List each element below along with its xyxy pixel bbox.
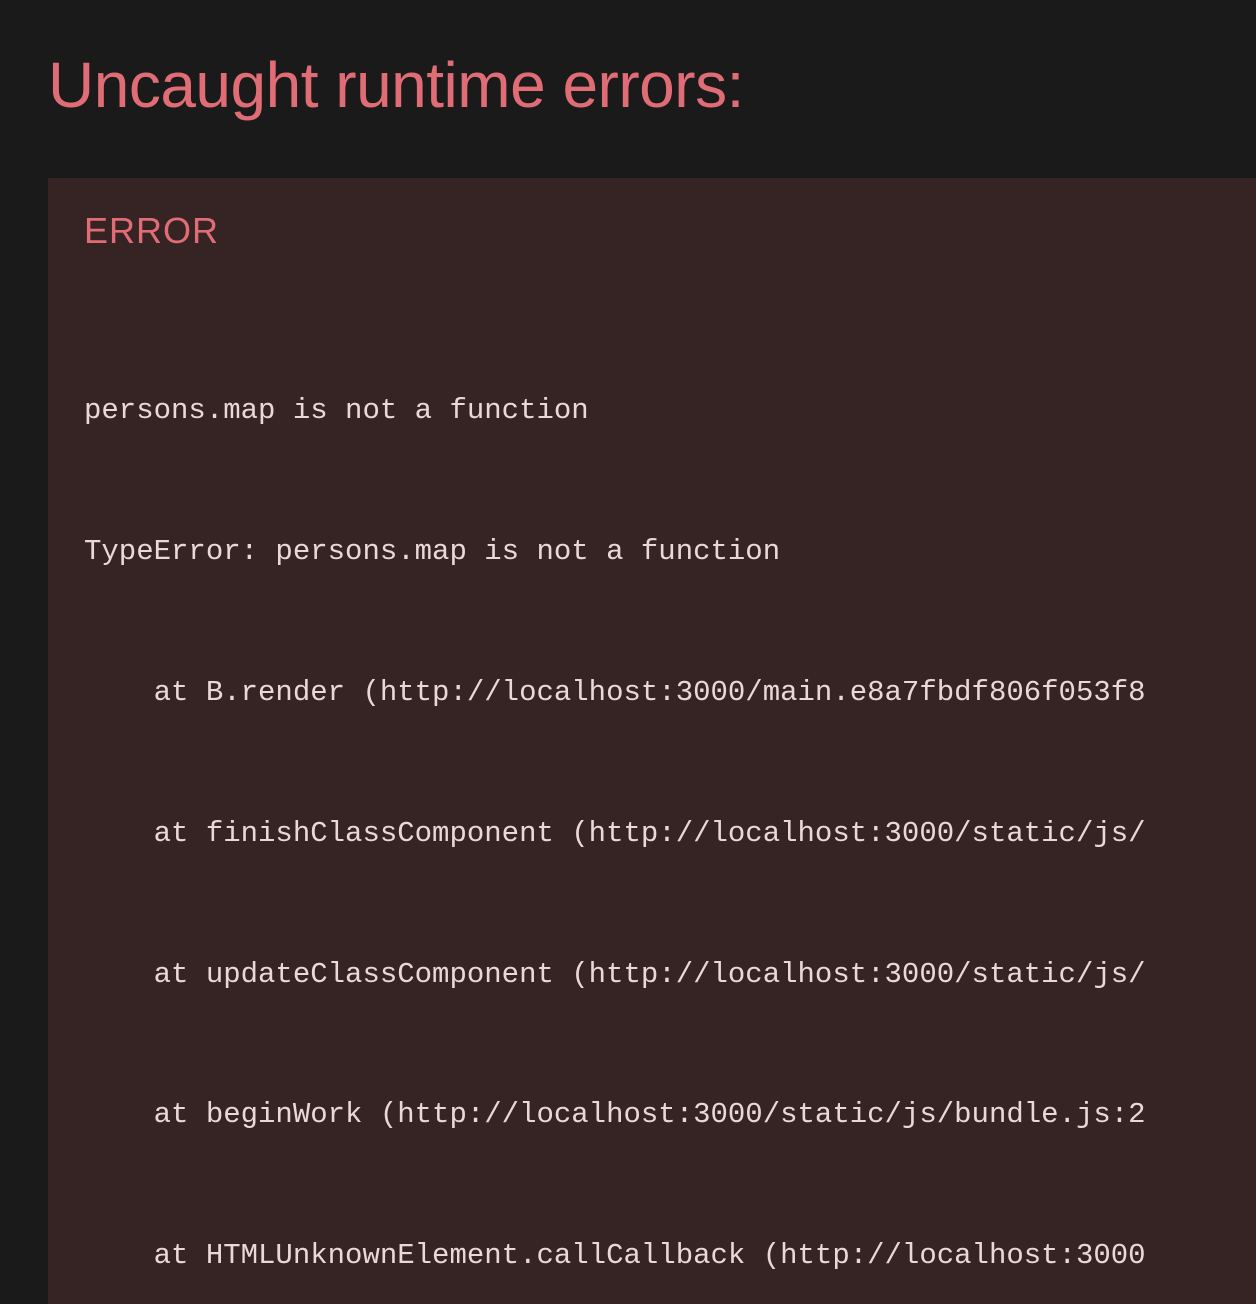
stack-frame: at HTMLUnknownElement.callCallback (http… <box>84 1233 1220 1280</box>
stack-frame: at updateClassComponent (http://localhos… <box>84 952 1220 999</box>
error-message: persons.map is not a function <box>84 388 1220 435</box>
stack-frame: at finishClassComponent (http://localhos… <box>84 811 1220 858</box>
page-title: Uncaught runtime errors: <box>48 48 1208 122</box>
stack-frame: at beginWork (http://localhost:3000/stat… <box>84 1092 1220 1139</box>
error-panel: ERROR persons.map is not a function Type… <box>48 178 1256 1304</box>
error-type-line: TypeError: persons.map is not a function <box>84 529 1220 576</box>
stack-trace: persons.map is not a function TypeError:… <box>84 294 1220 1304</box>
stack-frame: at B.render (http://localhost:3000/main.… <box>84 670 1220 717</box>
error-label: ERROR <box>84 210 1220 252</box>
